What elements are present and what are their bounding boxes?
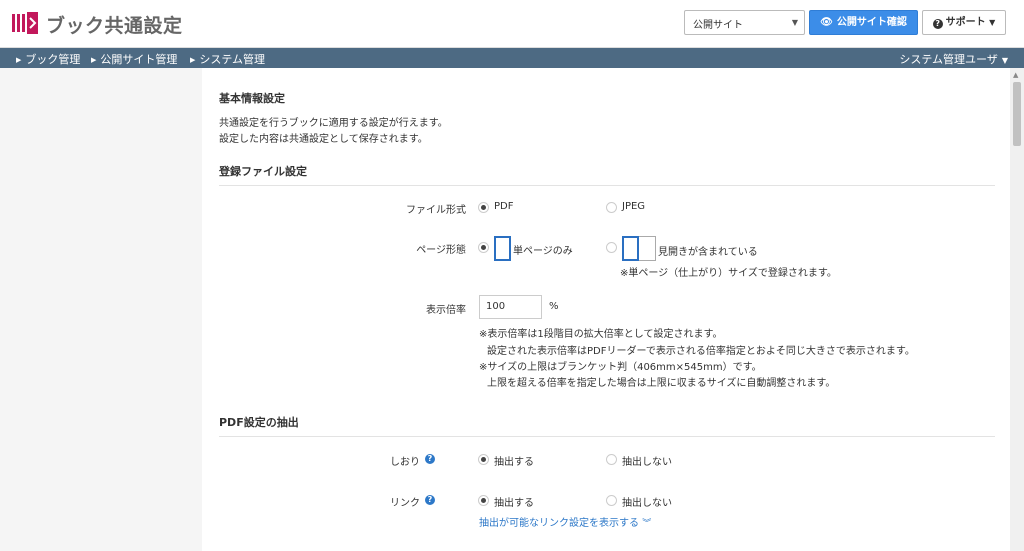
- basic-desc-1: 共通設定を行うブックに適用する設定が行えます。: [219, 118, 448, 129]
- page-spread-radio[interactable]: [606, 242, 617, 253]
- format-pdf-radio[interactable]: [478, 202, 489, 213]
- single-page-icon: [494, 236, 511, 261]
- bookmark-no-extract-label: 抽出しない: [622, 457, 672, 468]
- site-select[interactable]: 公開サイト ▼: [684, 10, 805, 35]
- nav-item-system[interactable]: ▶ システム管理: [190, 51, 265, 67]
- page-type-label: ページ形態: [416, 245, 466, 256]
- section-title-file: 登録ファイル設定: [219, 165, 307, 178]
- divider: [219, 436, 995, 437]
- zoom-note-3: ※サイズの上限はブランケット判（406mm×545mm）です。: [479, 362, 762, 373]
- bookmark-help-icon[interactable]: ?: [425, 454, 435, 464]
- page-scrollbar[interactable]: ▲: [1010, 68, 1024, 551]
- caret-down-icon: ▼: [989, 18, 996, 27]
- page-single-label: 単ページのみ: [513, 246, 573, 257]
- left-panel: [0, 68, 202, 551]
- support-label: サポート: [945, 17, 986, 28]
- zoom-unit: %: [549, 301, 559, 312]
- user-menu[interactable]: システム管理ユーザ ▼: [899, 51, 1008, 67]
- zoom-label: 表示倍率: [426, 305, 466, 316]
- nav-item-label: システム管理: [199, 53, 266, 66]
- link-no-extract-radio[interactable]: [606, 495, 617, 506]
- format-pdf-label: PDF: [494, 201, 514, 212]
- chevron-down-icon: ▼: [791, 18, 798, 27]
- settings-content: 基本情報設定 共通設定を行うブックに適用する設定が行えます。 設定した内容は共通…: [202, 68, 1010, 551]
- bookmark-no-extract-radio[interactable]: [606, 454, 617, 465]
- zoom-note-1: ※表示倍率は1段階目の拡大倍率として設定されます。: [479, 329, 723, 340]
- divider: [219, 185, 995, 186]
- link-settings-expand[interactable]: 抽出が可能なリンク設定を表示する ︾: [479, 514, 651, 529]
- page-note: ※単ページ（仕上がり）サイズで登録されます。: [620, 268, 837, 279]
- link-label: リンク: [390, 498, 420, 509]
- app-logo-icon: [12, 12, 38, 34]
- bookmark-extract-label: 抽出する: [494, 457, 534, 468]
- format-jpeg-radio[interactable]: [606, 202, 617, 213]
- support-button[interactable]: ? サポート ▼: [922, 10, 1006, 35]
- bookmark-label: しおり: [390, 457, 420, 468]
- file-format-label: ファイル形式: [406, 205, 466, 216]
- nav-arrow-icon: ▶: [190, 56, 196, 64]
- scroll-thumb[interactable]: [1013, 82, 1021, 146]
- page-spread-label: 見開きが含まれている: [658, 247, 758, 258]
- format-jpeg-label: JPEG: [622, 201, 646, 212]
- zoom-note-2: 設定された表示倍率はPDFリーダーで表示される倍率指定とおよそ同じ大きさで表示さ…: [487, 346, 915, 357]
- site-select-value: 公開サイト: [693, 20, 743, 31]
- confirm-site-label: 公開サイト確認: [836, 17, 907, 28]
- help-icon: ?: [932, 19, 943, 29]
- confirm-site-button[interactable]: 👁 公開サイト確認: [809, 10, 918, 35]
- double-chevron-down-icon: ︾: [642, 519, 652, 529]
- nav-item-book[interactable]: ▶ ブック管理: [16, 51, 80, 67]
- link-no-extract-label: 抽出しない: [622, 498, 672, 509]
- bookmark-extract-radio[interactable]: [478, 454, 489, 465]
- nav-arrow-icon: ▶: [16, 56, 22, 64]
- link-extract-label: 抽出する: [494, 498, 534, 509]
- zoom-input[interactable]: 100: [479, 295, 542, 319]
- eye-icon: 👁: [820, 17, 833, 28]
- nav-item-label: 公開サイト管理: [100, 53, 178, 66]
- nav-arrow-icon: ▶: [91, 56, 97, 64]
- page-single-radio[interactable]: [478, 242, 489, 253]
- app-title: ブック共通設定: [46, 15, 183, 37]
- section-title-basic: 基本情報設定: [219, 92, 285, 105]
- nav-item-label: ブック管理: [25, 53, 81, 66]
- spread-page-icon: [622, 236, 639, 261]
- user-name: システム管理ユーザ: [899, 53, 998, 66]
- nav-item-public-site[interactable]: ▶ 公開サイト管理: [91, 51, 177, 67]
- scroll-up-icon[interactable]: ▲: [1013, 71, 1018, 79]
- app-header: ブック共通設定 公開サイト ▼ 👁 公開サイト確認 ? サポート ▼: [0, 0, 1024, 48]
- link-help-icon[interactable]: ?: [425, 495, 435, 505]
- link-settings-expand-label: 抽出が可能なリンク設定を表示する: [479, 518, 639, 529]
- basic-desc-2: 設定した内容は共通設定として保存されます。: [219, 134, 428, 145]
- zoom-note-4: 上限を超える倍率を指定した場合は上限に収まるサイズに自動調整されます。: [487, 378, 836, 389]
- main-nav: ▶ ブック管理 ▶ 公開サイト管理 ▶ システム管理 システム管理ユーザ ▼: [0, 48, 1024, 68]
- section-title-pdf: PDF設定の抽出: [219, 416, 299, 429]
- caret-down-icon: ▼: [1001, 56, 1008, 65]
- link-extract-radio[interactable]: [478, 495, 489, 506]
